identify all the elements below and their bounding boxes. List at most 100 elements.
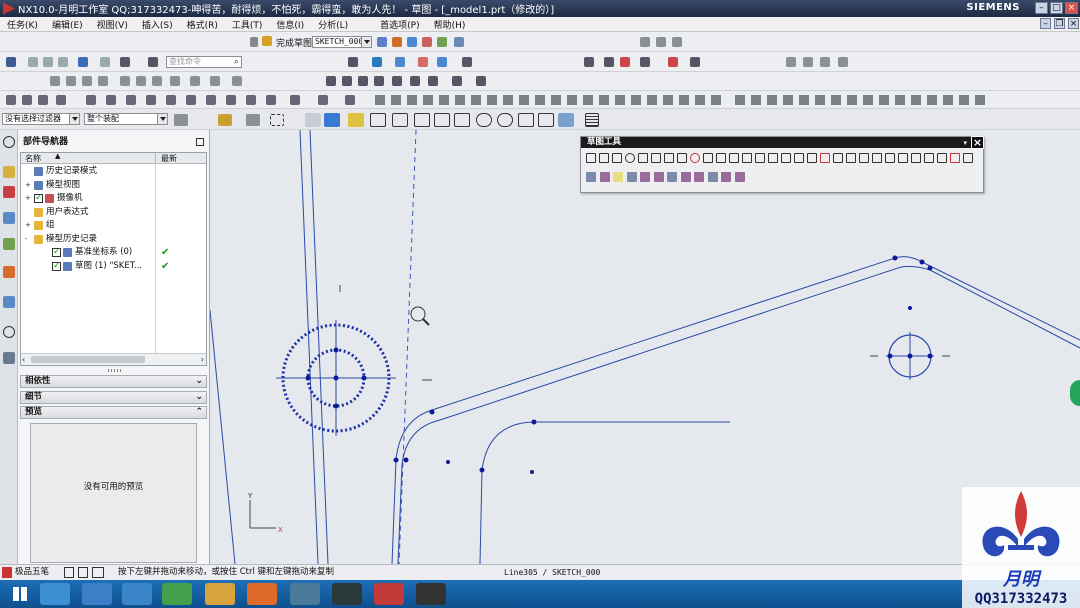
perimeter-dimension-icon[interactable] <box>950 153 960 163</box>
tree-node[interactable]: + 组 <box>21 219 206 232</box>
dimension-icon[interactable] <box>668 57 678 67</box>
splitter-grip[interactable] <box>108 369 122 372</box>
cube-icon[interactable] <box>395 57 405 67</box>
view-cube-icon[interactable] <box>305 113 321 127</box>
preview-section[interactable]: 预览 ⌃ <box>20 406 207 419</box>
menu-info[interactable]: 信息(I) <box>269 18 311 31</box>
row4-icon-10[interactable] <box>186 95 196 105</box>
csys-icon[interactable] <box>410 76 420 86</box>
close-toolbar-button[interactable]: × <box>971 136 984 149</box>
select-features-icon[interactable] <box>218 114 232 126</box>
quick-extend-icon[interactable] <box>820 153 830 163</box>
circle-icon[interactable] <box>625 153 635 163</box>
hd3d-icon[interactable] <box>3 266 15 278</box>
shaded-view-icon[interactable] <box>324 113 340 127</box>
derived-line-icon[interactable] <box>781 153 791 163</box>
tree-node[interactable]: + ✓ 摄像机 <box>21 192 206 205</box>
visibility-checkbox[interactable]: ✓ <box>52 261 61 271</box>
feature-11-icon[interactable] <box>232 76 242 86</box>
row4-icon-11[interactable] <box>206 95 216 105</box>
move-curve-icon[interactable] <box>846 153 856 163</box>
feature-1-icon[interactable] <box>50 76 60 86</box>
arc-center-icon[interactable] <box>476 113 492 127</box>
filter-icon[interactable] <box>174 114 188 126</box>
combine-icon[interactable] <box>452 76 462 86</box>
column-latest[interactable]: 最新 <box>161 153 177 164</box>
expand-icon[interactable]: + <box>25 181 32 189</box>
row4-icon-5[interactable] <box>86 95 96 105</box>
rapid-dimension-icon[interactable] <box>898 153 908 163</box>
endpoint-icon[interactable] <box>370 113 386 127</box>
geometric-constraint-icon[interactable] <box>963 153 973 163</box>
menu-edit[interactable]: 编辑(E) <box>45 18 90 31</box>
offset-curve-icon[interactable] <box>729 153 739 163</box>
intersection-icon[interactable] <box>454 113 470 127</box>
windows-start-icon[interactable] <box>4 583 34 605</box>
cloud-app-icon[interactable] <box>40 583 70 605</box>
cad-app-icon[interactable] <box>332 583 362 605</box>
tree-node[interactable]: 历史记录模式 <box>21 165 206 178</box>
reattach-icon[interactable] <box>377 37 387 47</box>
nav-app-icon[interactable] <box>122 583 152 605</box>
detail-section[interactable]: 细节 ⌄ <box>20 391 207 404</box>
row4-icon-17[interactable] <box>345 95 355 105</box>
convert-reference-icon[interactable] <box>586 172 596 182</box>
feature-5-icon[interactable] <box>120 76 130 86</box>
side-badge[interactable] <box>1070 380 1080 406</box>
undo-icon[interactable] <box>78 57 88 67</box>
finish-sketch-button[interactable]: 完成草图 <box>276 36 312 49</box>
delay-eval-icon[interactable] <box>437 37 447 47</box>
video-app-icon[interactable] <box>374 583 404 605</box>
fillet-icon[interactable] <box>638 153 648 163</box>
feature-3-icon[interactable] <box>82 76 92 86</box>
visibility-checkbox[interactable]: ✓ <box>52 247 61 257</box>
tree-node[interactable]: ✓ 基准坐标系 (0) ✔ <box>21 246 206 259</box>
recorder-app-icon[interactable] <box>416 583 446 605</box>
radial-dimension-icon[interactable] <box>924 153 934 163</box>
row4-icon-8[interactable] <box>146 95 156 105</box>
mirror-curve-icon[interactable] <box>755 153 765 163</box>
curve-point-icon[interactable] <box>414 113 430 127</box>
sketch-canvas[interactable]: X Y <box>210 130 1080 564</box>
feature-2-icon[interactable] <box>66 76 76 86</box>
triangle-icon[interactable] <box>326 76 336 86</box>
expand-icon[interactable]: + <box>25 195 32 202</box>
select-icon[interactable] <box>120 57 130 67</box>
maximize-button[interactable]: □ <box>1050 2 1063 14</box>
copy-icon[interactable] <box>43 57 53 67</box>
scroll-right-icon[interactable]: › <box>201 355 204 364</box>
feature-7-icon[interactable] <box>152 76 162 86</box>
evaluate-icon[interactable] <box>454 37 464 47</box>
snap-icon[interactable] <box>437 57 447 67</box>
tool-icon[interactable] <box>620 57 630 67</box>
rule-icon[interactable] <box>690 57 700 67</box>
inferred-constraints-icon[interactable] <box>667 172 677 182</box>
tree-node[interactable]: + 模型视图 <box>21 179 206 192</box>
relations-browser-icon[interactable] <box>640 172 650 182</box>
tree-node[interactable]: ✓ 草图 (1) "SKET... ✔ <box>21 260 206 273</box>
studio-spline-icon[interactable] <box>703 153 713 163</box>
snap-point-icon[interactable] <box>246 114 260 126</box>
alternate-solution-icon[interactable] <box>653 172 664 182</box>
punct-icon[interactable] <box>78 567 88 578</box>
resize-curve-icon[interactable] <box>872 153 882 163</box>
make-corner-icon[interactable] <box>833 153 843 163</box>
point-on-face-icon[interactable] <box>558 113 574 127</box>
pattern-curve-icon[interactable] <box>742 153 752 163</box>
maximize-panel-icon[interactable] <box>196 138 204 146</box>
layer-icon[interactable] <box>672 37 682 47</box>
sketch-orient-icon[interactable] <box>392 37 402 47</box>
paint-icon[interactable] <box>418 57 428 67</box>
menu-view[interactable]: 视图(V) <box>90 18 135 31</box>
menu-insert[interactable]: 插入(S) <box>135 18 180 31</box>
menu-task[interactable]: 任务(K) <box>0 18 45 31</box>
square-icon[interactable] <box>342 76 352 86</box>
angular-dimension-icon[interactable] <box>937 153 947 163</box>
part-navigator-icon[interactable] <box>3 212 15 224</box>
reorient-icon[interactable] <box>734 172 745 182</box>
column-name[interactable]: 名称 <box>25 153 41 164</box>
menu-tools[interactable]: 工具(T) <box>225 18 270 31</box>
command-finder-icon[interactable] <box>148 57 158 67</box>
offset-icon[interactable] <box>428 76 438 86</box>
delete-curve-icon[interactable] <box>885 153 895 163</box>
